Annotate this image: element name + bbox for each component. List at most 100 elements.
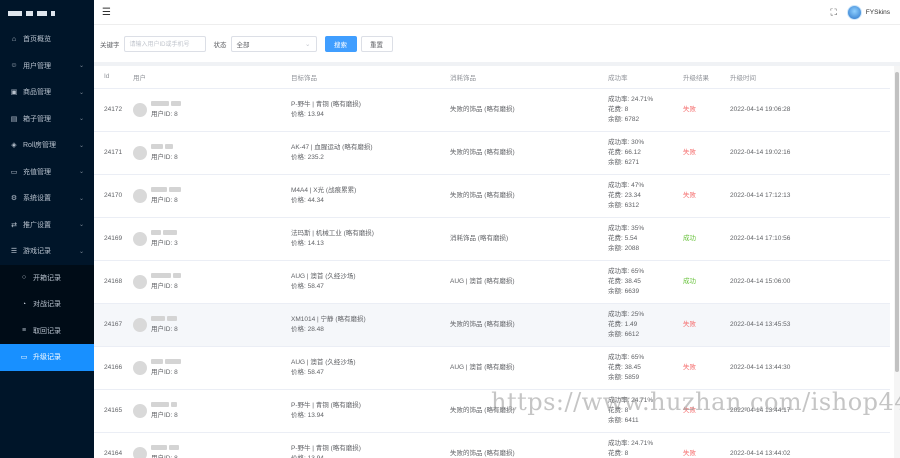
search-button[interactable]: 搜索 — [324, 35, 357, 52]
cell-id: 24165 — [94, 389, 123, 433]
cell-rate: 成功率: 24.71% 花费: 8 余额: 6403 — [598, 432, 673, 458]
success-rate: 成功率: 24.71% — [608, 396, 654, 404]
redacted-name — [164, 144, 173, 150]
sidebar-subitem-label: 升级记录 — [33, 354, 61, 362]
scrollbar-thumb[interactable] — [895, 72, 899, 372]
cell-id: 24171 — [94, 131, 123, 175]
user-id: 用户ID: 8 — [151, 368, 178, 376]
sidebar-item[interactable]: ▣ 商品管理 ⌄ — [0, 79, 94, 106]
user-avatar — [133, 446, 147, 458]
cell-rate: 成功率: 30% 花费: 66.12 余额: 6271 — [598, 131, 673, 175]
sidebar-subitem-label: 对战记录 — [33, 301, 61, 309]
cell-time: 2022-04-14 17:10:56 — [720, 217, 890, 261]
sidebar-subitem[interactable]: ▭ 升级记录 — [0, 344, 94, 371]
cell-id: 24169 — [94, 217, 123, 261]
chevron-down-icon: ⌄ — [78, 195, 84, 202]
cell-target: AUG | 澳首 (久经沙场) 价格: 58.47 — [281, 346, 440, 390]
sidebar-item[interactable]: ⚙ 系统设置 ⌄ — [0, 185, 94, 212]
sidebar-item[interactable]: ⇄ 推广设置 ⌄ — [0, 212, 94, 239]
hamburger-icon[interactable]: ☰ — [102, 7, 111, 18]
cell-time: 2022-04-14 13:44:02 — [720, 432, 890, 458]
table-row[interactable]: 24164 用户ID: 8 P-野牛 | 青铜 (略有磨损) 价格: 13.94… — [94, 432, 890, 458]
balance: 余额: 5859 — [608, 373, 640, 381]
spent: 花费: 8 — [608, 105, 629, 113]
sidebar-item[interactable]: ⌂ 首页概览 — [0, 26, 94, 53]
table-row[interactable]: 24171 用户ID: 8 AK-47 | 血腥运动 (略有磨损) 价格: 23… — [94, 131, 890, 175]
sidebar-subitem[interactable]: ○ 开箱记录 — [0, 264, 94, 291]
table-row[interactable]: 24169 用户ID: 3 法玛斯 | 机械工业 (略有磨损) 价格: 14.1… — [94, 217, 890, 261]
cell-time: 2022-04-14 13:44:30 — [720, 346, 890, 390]
target-item: P-野牛 | 青铜 (略有磨损) — [291, 401, 361, 409]
status-select-value: 全部 — [236, 41, 250, 49]
chevron-down-icon: ⌄ — [78, 169, 84, 176]
home-icon: ⌂ — [11, 35, 17, 43]
user-avatar — [133, 102, 147, 117]
column-header: 目标饰品 — [281, 66, 440, 89]
column-header: 升级时间 — [720, 66, 890, 89]
redacted-name — [172, 273, 181, 279]
cell-time: 2022-04-14 19:02:16 — [720, 131, 890, 175]
success-rate: 成功率: 35% — [608, 224, 645, 232]
topbar: ☰ ⛶ FYSkins — [94, 0, 900, 25]
success-rate: 成功率: 47% — [608, 181, 645, 189]
target-item: AUG | 澳首 (久经沙场) — [291, 272, 356, 280]
fullscreen-icon[interactable]: ⛶ — [830, 7, 836, 18]
sidebar-item[interactable]: ▭ 充值管理 ⌄ — [0, 159, 94, 186]
target-price: 价格: 58.47 — [291, 282, 324, 290]
cell-cost: 失败的饰品 (略有磨损) — [440, 131, 598, 175]
reset-button[interactable]: 重置 — [360, 35, 393, 52]
records-table: Id 用户 目标饰品 消耗饰品 成功率 升级结果 升级时间 24172 用户ID: 8 P-… — [94, 66, 900, 458]
sidebar-item[interactable]: ☰ 游戏记录 ⌄ — [0, 238, 94, 265]
cell-user: 用户ID: 3 — [123, 217, 281, 261]
column-header: 升级结果 — [673, 66, 720, 89]
avatar[interactable] — [846, 4, 862, 20]
sidebar-subitem[interactable]: ◔ 对战记录 — [0, 291, 94, 318]
sidebar-item[interactable]: ◈ Roll房管理 ⌄ — [0, 132, 94, 159]
cell-cost: AUG | 澳首 (略有磨损) — [440, 346, 598, 390]
redacted-name — [168, 187, 181, 193]
redacted-name — [151, 402, 169, 408]
wallet-icon: ▭ — [10, 168, 18, 176]
target-price: 价格: 235.2 — [291, 153, 324, 161]
redacted-name — [151, 273, 171, 279]
user-avatar — [133, 274, 147, 289]
success-rate: 成功率: 65% — [608, 353, 645, 361]
gift-icon: ▤ — [10, 115, 18, 123]
share-icon: ⇄ — [11, 221, 17, 229]
cell-result: 失败 — [673, 303, 720, 347]
sidebar-subitem[interactable]: ≡ 取回记录 — [0, 317, 94, 344]
table-row[interactable]: 24168 用户ID: 8 AUG | 澳首 (久经沙场) 价格: 58.47 … — [94, 260, 890, 304]
table-row[interactable]: 24172 用户ID: 8 P-野牛 | 青铜 (略有磨损) 价格: 13.94… — [94, 88, 890, 132]
success-rate: 成功率: 25% — [608, 310, 645, 318]
cell-id: 24164 — [94, 432, 123, 458]
cell-target: P-野牛 | 青铜 (略有磨损) 价格: 13.94 — [281, 389, 440, 433]
sidebar-item[interactable]: ▤ 箱子管理 ⌄ — [0, 106, 94, 133]
user-id: 用户ID: 8 — [151, 196, 178, 204]
cell-cost: 失败的饰品 (略有磨损) — [440, 174, 598, 218]
redacted-name — [151, 187, 167, 193]
target-item: AK-47 | 血腥运动 (略有磨损) — [291, 143, 373, 151]
user-id: 用户ID: 8 — [151, 282, 178, 290]
table-row[interactable]: 24165 用户ID: 8 P-野牛 | 青铜 (略有磨损) 价格: 13.94… — [94, 389, 890, 433]
redacted-name — [151, 230, 161, 236]
redacted-name — [151, 144, 163, 150]
filter-bar: 关键字 请输入用户ID或手机号 状态 全部 ⌄ 搜索 重置 — [94, 25, 900, 62]
status-select[interactable]: 全部 ⌄ — [230, 35, 317, 52]
sidebar-item[interactable]: ☺ 用户管理 ⌄ — [0, 53, 94, 80]
scrollbar[interactable] — [894, 66, 900, 458]
user-avatar — [133, 403, 147, 418]
cell-id: 24172 — [94, 88, 123, 132]
user-id: 用户ID: 8 — [151, 153, 178, 161]
redacted-name — [164, 359, 181, 365]
cell-result: 失败 — [673, 131, 720, 175]
table-row[interactable]: 24166 用户ID: 8 AUG | 澳首 (久经沙场) 价格: 58.47 … — [94, 346, 890, 390]
table-row[interactable]: 24167 用户ID: 8 XM1014 | 宁静 (略有磨损) 价格: 28.… — [94, 303, 890, 347]
sidebar-item-label: 系统设置 — [23, 195, 51, 203]
keyword-input[interactable]: 请输入用户ID或手机号 — [123, 35, 206, 52]
username[interactable]: FYSkins — [866, 9, 890, 16]
table-row[interactable]: 24170 用户ID: 8 M4A4 | X光 (战痕累累) 价格: 44.34… — [94, 174, 890, 218]
logo-mark-4 — [51, 10, 55, 16]
redacted-name — [151, 316, 165, 322]
cell-cost: 失败的饰品 (略有磨损) — [440, 389, 598, 433]
redacted-name — [151, 445, 167, 451]
